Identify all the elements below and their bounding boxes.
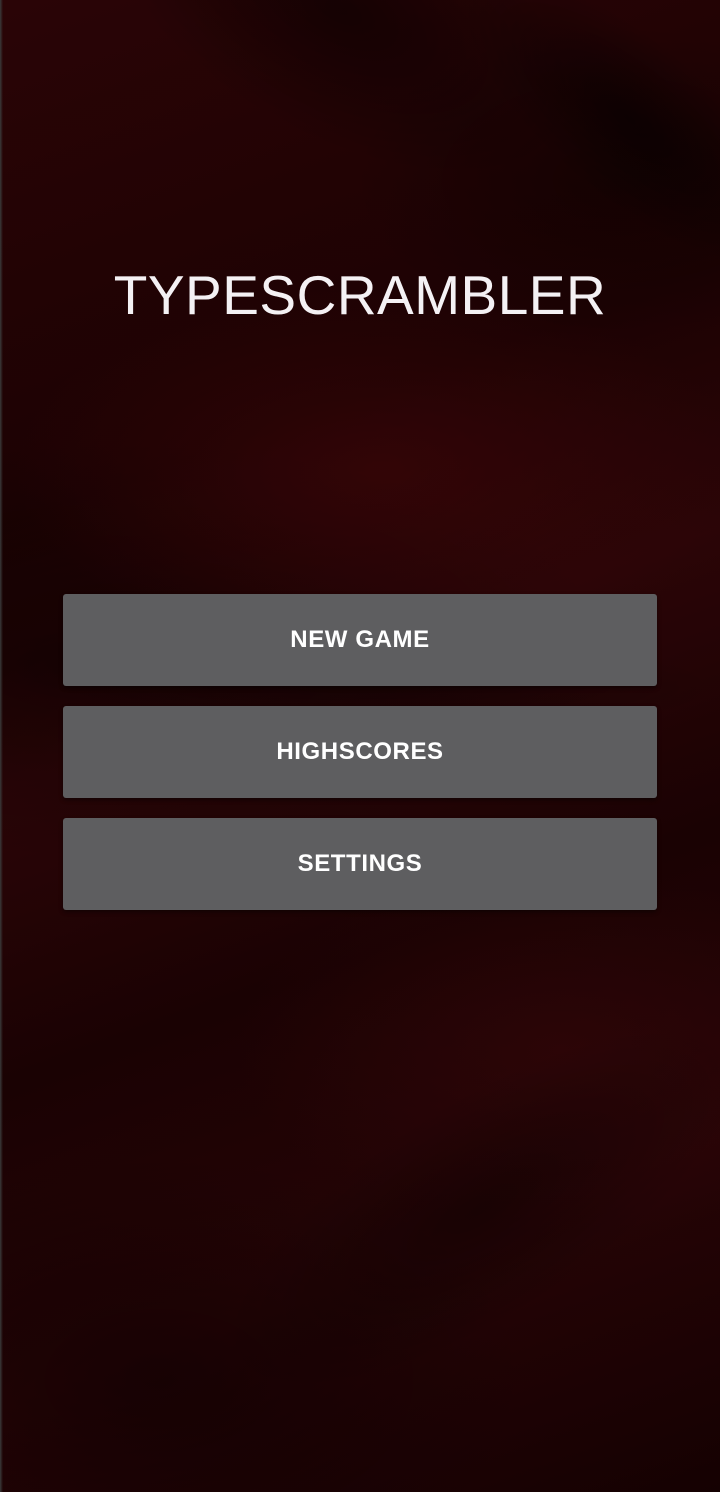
app-title: TYPESCRAMBLER (113, 264, 607, 326)
screen-left-edge (0, 0, 3, 1492)
main-menu-screen: TYPESCRAMBLER NEW GAME HIGHSCORES SETTIN… (0, 0, 720, 1492)
settings-button[interactable]: SETTINGS (63, 818, 657, 910)
highscores-button[interactable]: HIGHSCORES (63, 706, 657, 798)
background-streak (167, 957, 720, 1463)
new-game-button[interactable]: NEW GAME (63, 594, 657, 686)
background-streak (49, 0, 631, 247)
